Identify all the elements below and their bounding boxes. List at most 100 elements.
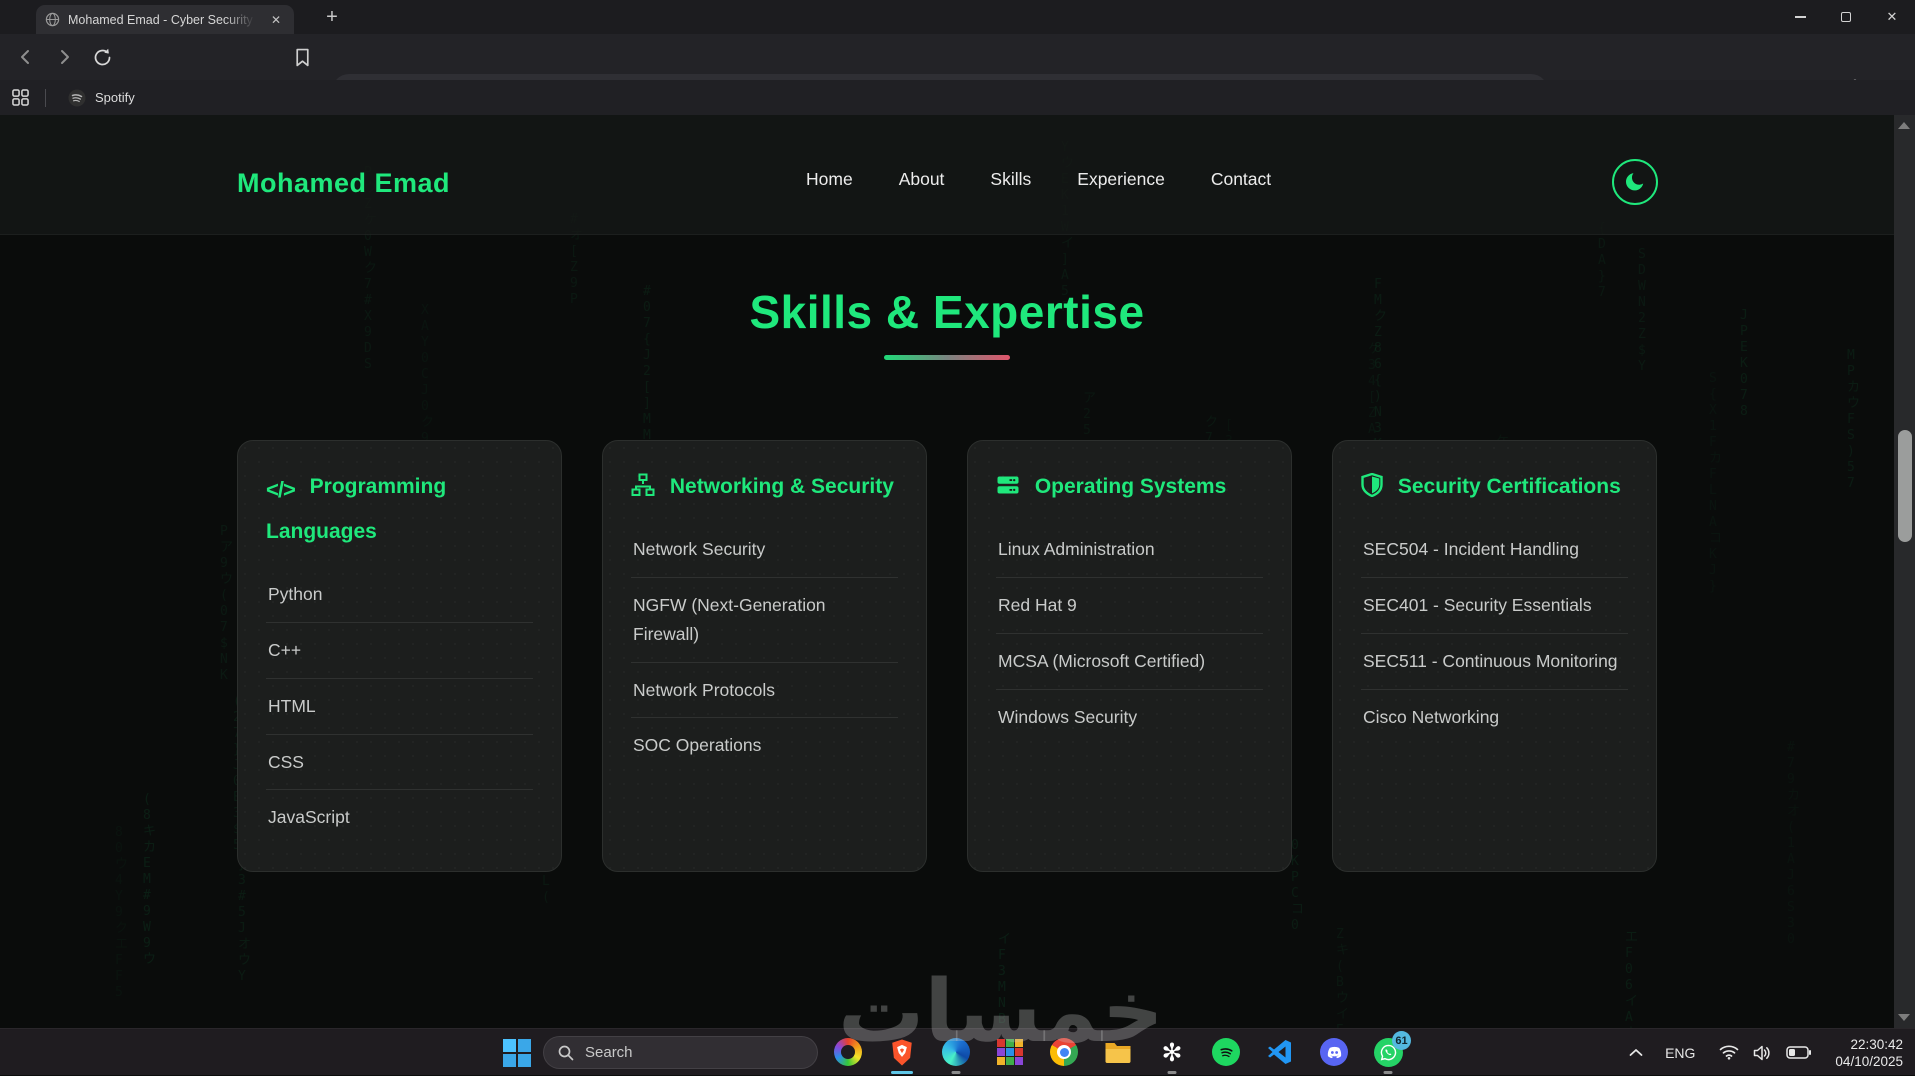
network-icon (631, 473, 655, 497)
page-viewport: エ F 0 6 イ A カ L ) J オ キ ] [ } E Z キ ( B … (0, 115, 1894, 1028)
skill-item: NGFW (Next-Generation Firewall) (631, 578, 898, 663)
bookmark-icon[interactable] (288, 43, 316, 71)
skill-card-title: </> Programming Languages (266, 467, 533, 553)
skill-item: C++ (266, 623, 533, 679)
nav-link[interactable]: Contact (1211, 169, 1271, 190)
whatsapp-icon[interactable]: 61 (1372, 1031, 1411, 1074)
skill-items: Linux Administration Red Hat 9 MCSA (Micro… (996, 522, 1263, 745)
brave-icon[interactable] (886, 1036, 918, 1074)
skill-item: SOC Operations (633, 735, 762, 756)
skill-item: CSS (266, 735, 533, 791)
server-icon (996, 473, 1020, 497)
nav-link[interactable]: Home (806, 169, 853, 190)
skill-item: JavaScript (268, 807, 350, 828)
title-underline (884, 355, 1010, 360)
matrix-column: エ F 0 6 イ A カ (1625, 930, 1639, 1028)
skill-card: </> Security Certifications SEC504 - Inc… (1332, 440, 1657, 873)
nav-link[interactable]: About (899, 169, 945, 190)
window-maximize-button[interactable] (1823, 0, 1869, 34)
bookmark-spotify[interactable]: Spotify (60, 86, 143, 110)
window-minimize-button[interactable] (1777, 0, 1823, 34)
skill-item: SEC511 - Continuous Monitoring (1361, 634, 1628, 690)
reload-icon[interactable] (88, 43, 116, 71)
window-close-button[interactable]: ✕ (1869, 0, 1915, 34)
bookmark-label: Spotify (95, 90, 135, 105)
language-indicator[interactable]: ENG (1665, 1045, 1695, 1061)
discord-icon[interactable] (1318, 1036, 1350, 1068)
whatsapp-badge: 61 (1392, 1031, 1411, 1050)
apps-grid-icon[interactable] (12, 89, 29, 106)
browser-toolbar: ahmedmegahed0.github.io/port-shemas/ (0, 34, 1915, 108)
page-scrollbar[interactable] (1894, 115, 1915, 1028)
browser-tab[interactable]: Mohamed Emad - Cyber Security ✕ (36, 5, 294, 34)
skill-items: SEC504 - Incident Handling SEC401 - Secur… (1361, 522, 1628, 745)
tray-expand-icon[interactable] (1629, 1048, 1643, 1057)
matrix-column: Z キ ( B ウ イ E ( ) N 7 J P S (1336, 927, 1350, 1028)
chatgpt-icon[interactable]: ✻ (1156, 1036, 1188, 1074)
matrix-column: P ア 9 ウ ( 0 7 $ N K (220, 524, 234, 683)
site-header: Mohamed Emad Home About Skills Experience Co… (0, 115, 1894, 235)
skill-item: MCSA (Microsoft Certified) (996, 634, 1263, 690)
skill-card-title: </> Operating Systems (996, 467, 1263, 508)
skill-item: SEC504 - Incident Handling (1361, 522, 1628, 578)
scroll-down-icon[interactable] (1898, 1014, 1910, 1021)
skill-card-title: </> Networking & Security (631, 467, 898, 508)
matrix-column: 8 0 ウ 4 Y 9 ク エ F F 5 (115, 825, 128, 1001)
chrome-icon[interactable] (1048, 1036, 1080, 1068)
bookmarks-bar: Spotify (0, 80, 1915, 115)
skill-item: Network Protocols (631, 663, 898, 719)
copilot-icon[interactable] (832, 1036, 864, 1068)
spotify-favicon-icon (68, 89, 86, 107)
tray-date: 04/10/2025 (1835, 1053, 1903, 1069)
skill-items: Network Security NGFW (Next-Generation Fi… (631, 522, 898, 773)
search-label: Search (585, 1044, 633, 1061)
edge-icon[interactable] (940, 1036, 972, 1074)
mosaic-app-icon[interactable] (994, 1036, 1026, 1068)
theme-toggle-button[interactable] (1612, 159, 1658, 205)
matrix-column: ( 8 キ カ E M # 9 W 9 ウ (143, 792, 157, 967)
nav-link[interactable]: Experience (1077, 169, 1165, 190)
nav-link[interactable]: Skills (990, 169, 1031, 190)
scrollbar-thumb[interactable] (1897, 430, 1912, 542)
matrix-column: M P カ ウ F S ) 5 7 (1847, 348, 1861, 491)
skill-item: Network Security (631, 522, 898, 578)
clock[interactable]: 22:30:42 04/10/2025 (1835, 1036, 1903, 1070)
skill-card: </> Operating Systems Linux Administrati… (967, 440, 1292, 873)
globe-favicon-icon (45, 12, 60, 27)
skill-card-title-text: Operating Systems (1034, 475, 1227, 498)
skill-item: Python (266, 567, 533, 623)
spotify-icon[interactable] (1210, 1036, 1242, 1068)
skill-card: </> Networking & Security Network Securi… (602, 440, 927, 873)
skill-items: Python C++ HTML CSS JavaScript (266, 567, 533, 845)
start-button[interactable] (501, 1037, 533, 1069)
skill-card-title-text: Security Certifications (1397, 475, 1621, 498)
windows-taskbar: Search ✻ 61 ENG 22:30:42 04/10/2025 (0, 1028, 1915, 1075)
forward-icon[interactable] (50, 43, 78, 71)
code-icon: </> (266, 477, 296, 502)
bookmarks-separator (45, 88, 46, 107)
tab-close-icon[interactable]: ✕ (267, 11, 285, 29)
matrix-column: S { X 1 F カ F L N A コ K J } (1709, 371, 1722, 595)
skill-item: HTML (266, 679, 533, 735)
matrix-column: # 7 9 カ オ ( 1 A J 6 S 3 0 (1787, 740, 1800, 948)
skill-item: SEC401 - Security Essentials (1361, 578, 1628, 634)
tab-title: Mohamed Emad - Cyber Security (68, 12, 253, 27)
tray-time: 22:30:42 (1850, 1036, 1903, 1052)
skill-item: Cisco Networking (1363, 706, 1500, 727)
wifi-icon[interactable] (1719, 1045, 1739, 1060)
scroll-up-icon[interactable] (1898, 122, 1910, 129)
taskbar-search[interactable]: Search (543, 1036, 818, 1069)
battery-icon[interactable] (1786, 1046, 1812, 1059)
windows-logo-icon (503, 1039, 531, 1067)
file-explorer-icon[interactable] (1102, 1036, 1134, 1068)
matrix-column: イ F 3 M N B 1 S C イ ) S } W (998, 932, 1012, 1027)
section-title: Skills & Expertise (749, 286, 1145, 338)
search-icon (558, 1045, 574, 1061)
skill-card-title-text: Networking & Security (669, 475, 894, 498)
site-logo[interactable]: Mohamed Emad (237, 168, 450, 199)
back-icon[interactable] (12, 43, 40, 71)
skill-item: Red Hat 9 (996, 578, 1263, 634)
vscode-icon[interactable] (1264, 1036, 1296, 1068)
new-tab-button[interactable]: + (318, 3, 346, 31)
volume-icon[interactable] (1753, 1045, 1772, 1061)
